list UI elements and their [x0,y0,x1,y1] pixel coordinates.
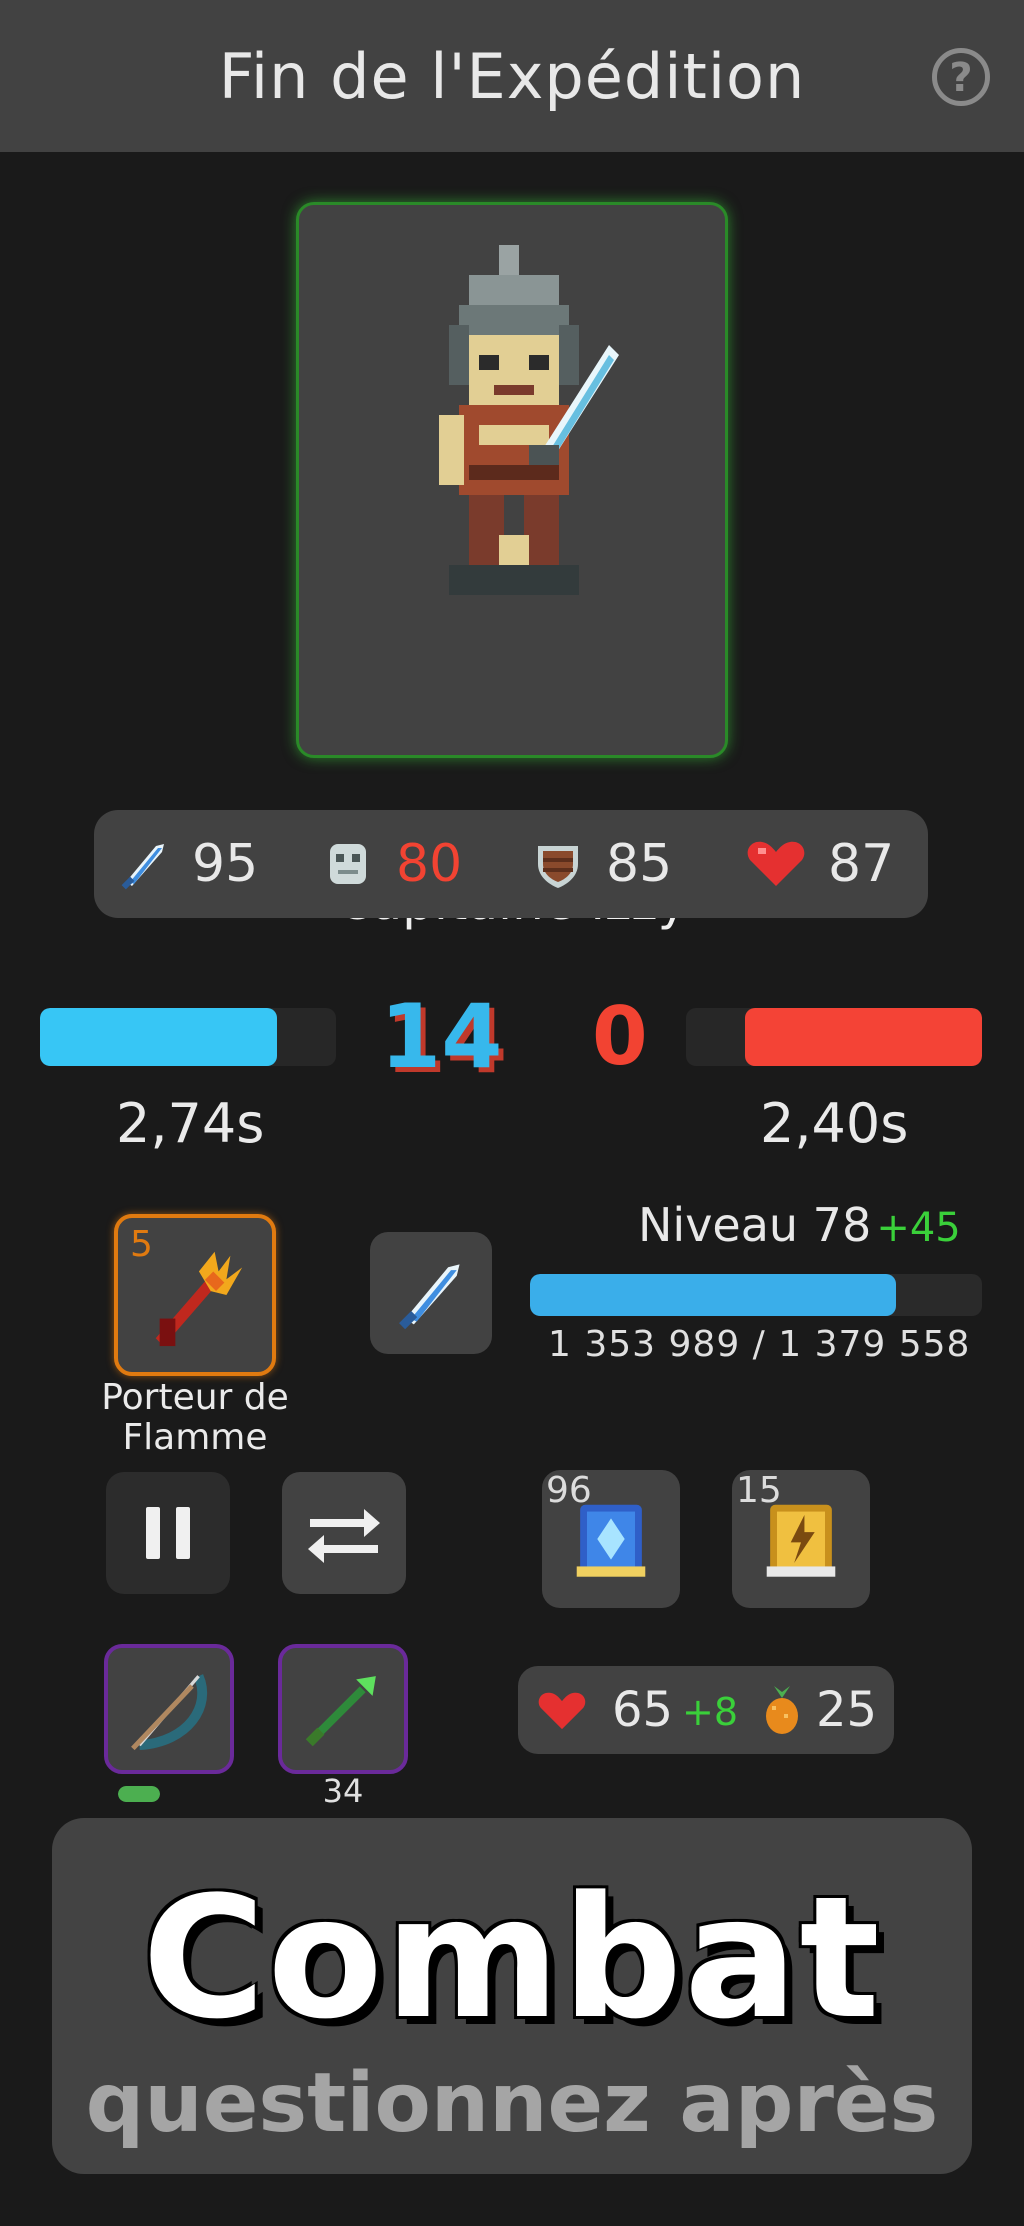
fruit-count: 25 [816,1682,878,1738]
player-attack-bar [40,1008,336,1066]
header-bar: Fin de l'Expédition ? [0,0,1024,152]
pause-button[interactable] [106,1472,230,1594]
level-label: Niveau 78 [638,1198,872,1252]
enemy-attack-bar [686,1008,982,1066]
heart-icon [538,1692,586,1730]
book-slot-gold[interactable]: 15 [732,1470,870,1608]
green-arrow-icon [305,1676,376,1747]
pause-icon [146,1507,190,1559]
arrow-count: 34 [322,1772,364,1810]
player-attack-bar-fill [40,1008,277,1066]
book-blue-count: 96 [546,1470,592,1511]
sword-icon [399,1264,460,1330]
hero-stats-bar: 95 80 85 87 [94,810,928,918]
combat-button[interactable]: Combat questionnez après [52,1818,972,2174]
xp-progress-text: 1 353 989 / 1 379 558 [548,1324,971,1365]
player-score: 14 [380,985,503,1088]
weapon-level: 5 [130,1224,153,1265]
mask-icon [330,844,366,884]
level-row: Niveau 78 +45 [638,1198,961,1252]
fruit-icon [766,1686,798,1734]
stat-attack-value: 95 [192,834,259,894]
weapon-slot[interactable]: 5 [114,1214,276,1376]
arrow-slot[interactable] [278,1644,408,1774]
combat-subtitle: questionnez après [85,2056,939,2151]
heart-icon [747,841,805,886]
stat-health: 87 [744,810,894,918]
combat-title: Combat [142,1860,882,2056]
hero-card[interactable]: Capitaine Izzy [296,202,728,931]
stat-vision: 80 [320,810,462,918]
book-slot-blue[interactable]: 96 [542,1470,680,1608]
bow-charge-bar [118,1786,160,1802]
page-title: Fin de l'Expédition [218,40,806,113]
sword-icon [121,844,164,890]
shield-icon [538,846,578,888]
hero-portrait [439,245,619,595]
enemy-score: 0 [592,990,648,1083]
flame-trident-icon [155,1251,243,1347]
level-bonus: +45 [876,1205,961,1251]
hearts-bonus: +8 [682,1690,739,1734]
stat-attack: 95 [116,810,258,918]
stat-defense: 85 [530,810,672,918]
bow-charge-bar-fill [118,1786,160,1802]
bow-icon [131,1674,208,1751]
enemy-timer: 2,40s [760,1092,909,1155]
weapon-name: Porteur de Flamme [101,1377,289,1458]
stat-health-value: 87 [828,834,895,894]
enemy-attack-bar-fill [745,1008,982,1066]
equipped-sword-slot[interactable] [370,1232,492,1354]
swap-button[interactable] [282,1472,406,1594]
hearts-count: 65 [612,1682,674,1738]
question-circle-icon[interactable]: ? [932,48,990,106]
stat-vision-value: 80 [396,834,463,894]
stat-defense-value: 85 [606,834,673,894]
book-gold-count: 15 [736,1470,782,1511]
bow-slot[interactable] [104,1644,234,1774]
resources-panel: 65 +8 25 [518,1666,894,1754]
xp-bar [530,1274,982,1316]
swap-arrows-icon [308,1509,380,1563]
player-timer: 2,74s [116,1092,265,1155]
xp-bar-fill [530,1274,897,1316]
